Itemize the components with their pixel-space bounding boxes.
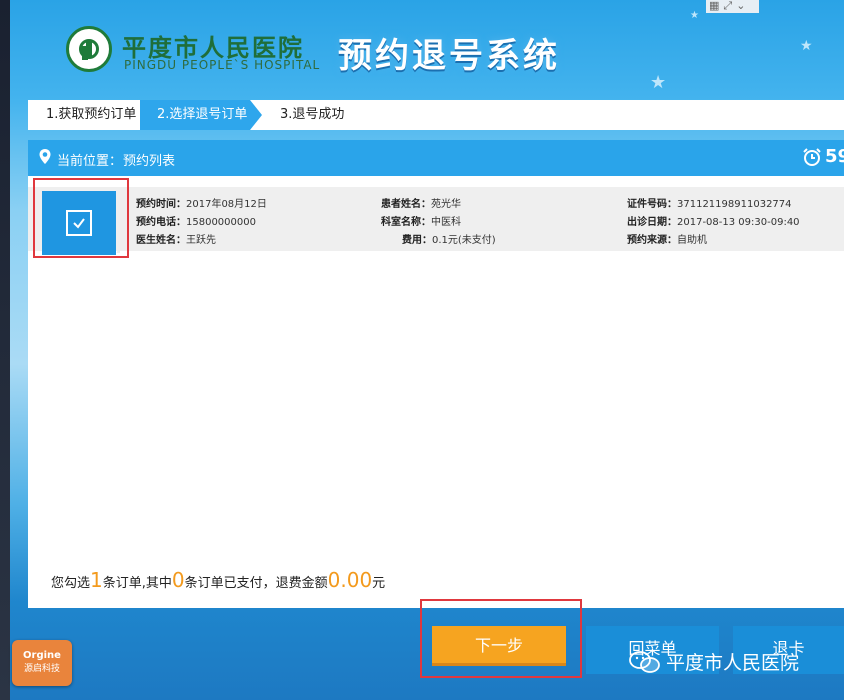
panel-header: 当前位置： 预约列表 59	[28, 140, 844, 176]
system-title: 预约退号系统	[338, 36, 560, 76]
refund-amount: 0.00	[327, 568, 373, 592]
fullscreen-icon[interactable]: ⤢	[723, 0, 732, 13]
order-field-id-number: 证件号码：371121198911032774	[627, 199, 792, 210]
window-edge	[0, 0, 10, 700]
step-1: 1.获取预约订单	[46, 107, 137, 122]
order-field-source: 预约来源：自助机	[627, 235, 707, 246]
alarm-clock-icon	[803, 148, 821, 166]
location-value: 预约列表	[123, 154, 176, 169]
order-row[interactable]: 预约时间：2017年08月12日 患者姓名：苑光华 证件号码：371121198…	[28, 187, 844, 255]
step-2-active: 2.选择退号订单	[140, 100, 262, 130]
location-pin-icon	[39, 149, 51, 164]
vendor-logo: Orgine 源启科技	[12, 640, 72, 686]
grid-icon[interactable]: ▦	[709, 0, 719, 13]
order-field-doctor: 医生姓名：王跃先	[136, 235, 216, 246]
star-decoration: ★	[690, 10, 699, 21]
order-field-appointment-time: 预约时间：2017年08月12日	[136, 199, 267, 210]
selection-highlight-box	[33, 178, 129, 258]
hospital-name-en: PINGDU PEOPLE`S HOSPITAL	[124, 58, 321, 72]
paid-count: 0	[171, 568, 185, 592]
next-button-highlight-box	[420, 599, 582, 678]
chevron-down-icon[interactable]: ⌄	[736, 0, 745, 13]
order-field-fee: 费用：0.1元(未支付)	[402, 235, 496, 246]
order-field-department: 科室名称：中医科	[381, 217, 461, 228]
order-field-phone: 预约电话：15800000000	[136, 217, 256, 228]
location-label: 当前位置：	[57, 154, 123, 169]
step-indicator: 1.获取预约订单 2.选择退号订单 3.退号成功	[28, 100, 844, 130]
hospital-logo-icon	[66, 26, 112, 72]
watermark-text: 平度市人民医院	[666, 652, 800, 674]
order-field-patient-name: 患者姓名：苑光华	[381, 199, 461, 210]
selection-summary: 您勾选1条订单,其中0条订单已支付，退费金额0.00元	[51, 568, 386, 592]
star-decoration: ★	[650, 72, 667, 93]
star-decoration: ★	[800, 38, 813, 54]
wechat-icon	[629, 651, 660, 673]
order-field-visit-date: 出诊日期：2017-08-13 09:30-09:40	[627, 217, 800, 228]
order-list-panel: 当前位置： 预约列表 59 预约时间：2017年08月12日 患者姓名：苑光华 …	[28, 140, 844, 608]
window-controls[interactable]: ▦ ⤢ ⌄	[706, 0, 759, 13]
selected-count: 1	[90, 568, 103, 592]
countdown-timer: 59	[825, 146, 844, 167]
step-3: 3.退号成功	[280, 107, 345, 122]
